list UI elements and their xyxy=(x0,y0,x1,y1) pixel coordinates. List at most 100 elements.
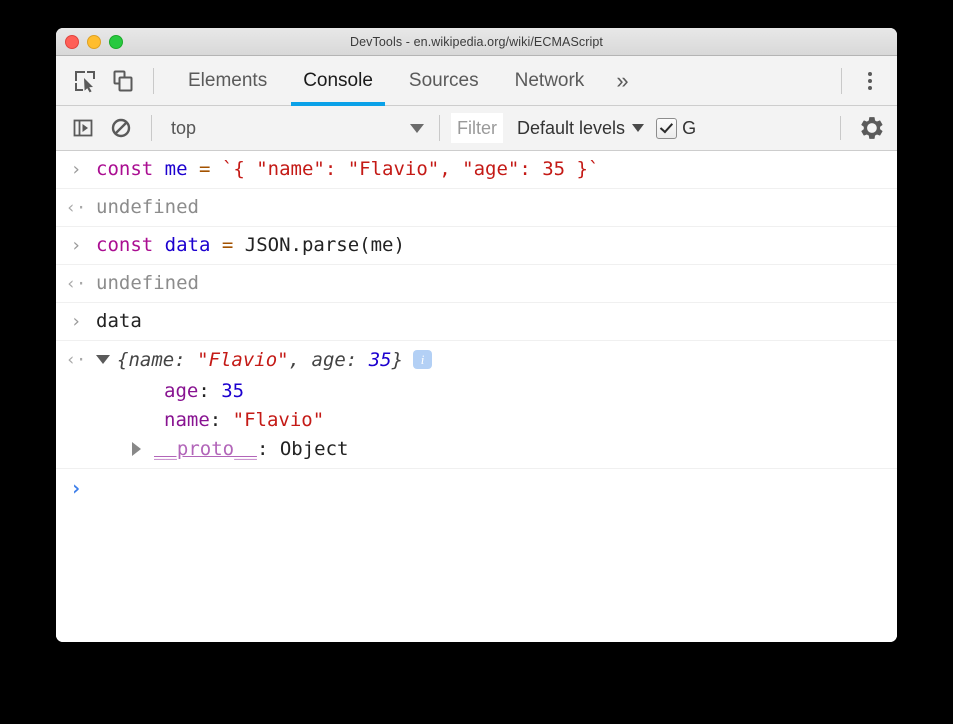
token-space xyxy=(153,234,164,256)
preview-key-age: age xyxy=(312,349,346,371)
chevron-right-icon: › xyxy=(71,233,82,259)
tabbar-right-group xyxy=(830,62,897,100)
token-space xyxy=(210,234,221,256)
property-colon: : xyxy=(210,409,233,431)
token-space xyxy=(153,158,164,180)
output-marker: ‹· xyxy=(56,346,96,373)
console-input-row: › const me = `{ "name": "Flavio", "age":… xyxy=(56,151,897,189)
token-space xyxy=(210,158,221,180)
token-expression: data xyxy=(96,310,142,332)
console-input-code: const me = `{ "name": "Flavio", "age": 3… xyxy=(96,156,599,183)
console-result-value: undefined xyxy=(96,194,199,221)
tab-network[interactable]: Network xyxy=(497,56,603,106)
property-key-age[interactable]: age xyxy=(164,380,198,402)
device-toolbar-icon[interactable] xyxy=(104,62,142,100)
minimize-window-button[interactable] xyxy=(87,35,101,49)
token-variable: me xyxy=(165,158,188,180)
tab-console-label: Console xyxy=(303,70,373,92)
property-colon: : xyxy=(198,380,221,402)
chevron-right-icon: › xyxy=(71,157,82,183)
info-badge-icon[interactable]: i xyxy=(413,350,432,369)
tab-console[interactable]: Console xyxy=(285,56,391,106)
object-close-brace: } xyxy=(392,349,403,371)
console-output[interactable]: › const me = `{ "name": "Flavio", "age":… xyxy=(56,151,897,642)
toolbar-divider xyxy=(153,68,154,94)
tab-network-label: Network xyxy=(515,70,585,92)
tab-sources-label: Sources xyxy=(409,70,479,92)
object-preview-line[interactable]: ‹· {name: "Flavio", age: 35} i xyxy=(56,346,897,373)
property-indent xyxy=(56,442,154,456)
property-key-name[interactable]: name xyxy=(164,409,210,431)
window-title: DevTools - en.wikipedia.org/wiki/ECMAScr… xyxy=(56,35,897,49)
token-space xyxy=(188,158,199,180)
token-expression: JSON.parse(me) xyxy=(245,234,405,256)
object-preview: {name: "Flavio", age: 35} xyxy=(117,349,403,371)
tab-elements[interactable]: Elements xyxy=(170,56,285,106)
console-sidebar-icon[interactable] xyxy=(64,109,102,147)
console-result-row: ‹· undefined xyxy=(56,265,897,303)
console-input-row: › data xyxy=(56,303,897,341)
console-result-row: ‹· undefined xyxy=(56,189,897,227)
console-input-row: › const data = JSON.parse(me) xyxy=(56,227,897,265)
group-similar-option[interactable]: G xyxy=(656,118,696,139)
close-window-button[interactable] xyxy=(65,35,79,49)
toolbar-divider-right xyxy=(841,68,842,94)
console-toolbar: top Filter Default levels G xyxy=(56,106,897,151)
inspect-element-icon[interactable] xyxy=(66,62,104,100)
chevron-double-right-icon: » xyxy=(616,68,628,94)
gear-icon[interactable] xyxy=(853,109,891,147)
kebab-dot xyxy=(868,72,872,76)
console-result-value: undefined xyxy=(96,270,199,297)
tab-sources[interactable]: Sources xyxy=(391,56,497,106)
object-proto-row: __proto__: Object xyxy=(56,438,348,460)
property-value-name: "Flavio" xyxy=(233,409,325,431)
object-property-row: age: 35 xyxy=(56,380,244,402)
preview-separator: , xyxy=(289,349,312,371)
group-similar-label: G xyxy=(682,118,696,139)
token-string: `{ "name": "Flavio", "age": 35 }` xyxy=(222,158,600,180)
preview-colon: : xyxy=(174,349,197,371)
group-similar-checkbox[interactable] xyxy=(656,118,677,139)
collapse-triangle-icon[interactable] xyxy=(132,442,141,456)
console-toolbar-divider-3 xyxy=(840,116,841,140)
prompt-marker: › xyxy=(56,475,96,500)
console-object-result-row: ‹· {name: "Flavio", age: 35} i age: 35 n… xyxy=(56,341,897,469)
traffic-lights xyxy=(65,28,123,55)
panel-tabs: Elements Console Sources Network » xyxy=(170,56,643,106)
execution-context-selector[interactable]: top xyxy=(163,113,428,143)
kebab-menu-icon[interactable] xyxy=(853,62,887,100)
clear-console-icon[interactable] xyxy=(102,109,140,147)
property-value-age: 35 xyxy=(221,380,244,402)
output-marker: ‹· xyxy=(56,270,96,297)
token-keyword: const xyxy=(96,158,153,180)
tab-elements-label: Elements xyxy=(188,70,267,92)
input-marker: › xyxy=(56,308,96,335)
maximize-window-button[interactable] xyxy=(109,35,123,49)
token-operator: = xyxy=(199,158,210,180)
console-toolbar-right xyxy=(828,109,897,147)
console-input-code: const data = JSON.parse(me) xyxy=(96,232,405,259)
preview-key-name: name xyxy=(128,349,174,371)
chevron-right-icon: › xyxy=(71,309,82,335)
filter-input[interactable]: Filter xyxy=(451,113,503,143)
preview-colon: : xyxy=(346,349,369,371)
chevron-left-icon: ‹· xyxy=(66,347,86,373)
kebab-dot xyxy=(868,79,872,83)
more-tabs-button[interactable]: » xyxy=(602,56,642,106)
token-keyword: const xyxy=(96,234,153,256)
chevron-left-icon: ‹· xyxy=(66,271,86,297)
expand-triangle-icon[interactable] xyxy=(96,355,110,364)
token-space xyxy=(233,234,244,256)
console-toolbar-divider xyxy=(151,115,152,141)
token-variable: data xyxy=(165,234,211,256)
log-levels-selector[interactable]: Default levels xyxy=(517,118,644,139)
object-open-brace: { xyxy=(117,349,128,371)
output-marker: ‹· xyxy=(56,194,96,221)
chevron-down-icon xyxy=(632,124,644,132)
prompt-chevron-icon: › xyxy=(70,476,82,500)
console-prompt-row[interactable]: › xyxy=(56,469,897,509)
log-levels-label: Default levels xyxy=(517,118,625,139)
console-input-code: data xyxy=(96,308,142,335)
property-value-proto: Object xyxy=(280,438,349,460)
property-key-proto[interactable]: __proto__ xyxy=(154,438,257,460)
